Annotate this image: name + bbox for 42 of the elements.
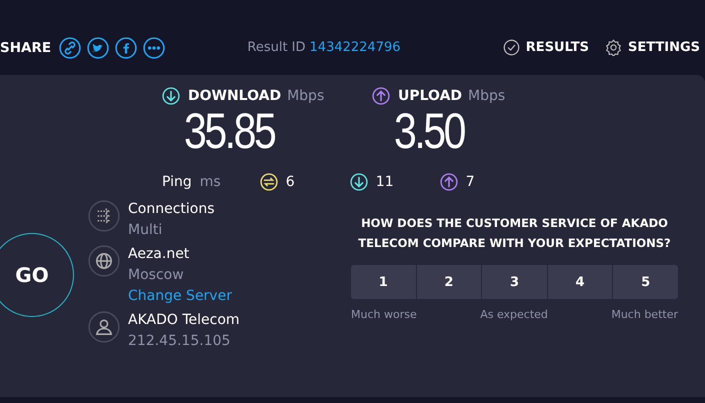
change-server-link[interactable]: Change Server — [128, 288, 232, 304]
result-id-link[interactable]: 14342224796 — [310, 40, 401, 55]
provider-subtitle: 212.45.15.105 — [128, 333, 232, 349]
settings-icon — [604, 39, 622, 56]
go-button[interactable]: GO — [0, 233, 74, 317]
connections-title: Connections — [128, 201, 215, 217]
scale-label: As expected — [480, 308, 548, 321]
unit-label: Mbps — [468, 88, 506, 104]
link-icon[interactable] — [59, 36, 82, 58]
rating-option[interactable]: 2 — [416, 265, 482, 299]
upload-speed-value: 3.50 — [394, 105, 464, 157]
check-circle-icon — [502, 39, 520, 56]
rating-option[interactable]: 5 — [613, 265, 678, 299]
ping-unit: ms — [200, 174, 222, 190]
download-ping-value: 11 — [376, 174, 394, 190]
download-speed-value: 35.85 — [184, 105, 274, 157]
rating-option[interactable]: 3 — [482, 265, 547, 299]
ping-label: Ping — [162, 174, 192, 190]
upload-label: UPLOAD — [398, 88, 462, 104]
connections-subtitle: Multi — [128, 222, 164, 238]
arrows-icon — [88, 200, 120, 232]
server-subtitle: Moscow — [128, 267, 185, 283]
globe-icon — [88, 245, 120, 277]
download-label: DOWNLOAD — [188, 88, 282, 104]
share-label: SHARE — [0, 40, 52, 56]
rating-option[interactable]: 1 — [351, 265, 416, 299]
bird-icon[interactable] — [87, 36, 110, 58]
results-link[interactable]: RESULTS — [526, 40, 589, 55]
scale-label: Much worse — [351, 308, 417, 321]
survey-question: HOW DOES THE CUSTOMER SERVICE OF AKADO TELECOM COMPARE WITH YOUR EXPECTATIONS? — [357, 215, 672, 252]
settings-link[interactable]: SETTINGS — [628, 40, 700, 55]
provider-title: AKADO Telecom — [128, 312, 240, 328]
more-icon[interactable] — [143, 36, 166, 58]
rating-option[interactable]: 4 — [548, 265, 612, 299]
unit-label: Mbps — [287, 88, 324, 104]
result-id-label: Result ID — [247, 40, 306, 55]
server-title: Aeza.net — [128, 246, 190, 262]
scale-label: Much better — [611, 308, 678, 321]
facebook-icon[interactable] — [115, 36, 138, 58]
person-icon — [88, 311, 120, 343]
upload-ping-value: 7 — [466, 174, 475, 190]
idle-ping-value: 6 — [286, 174, 295, 190]
